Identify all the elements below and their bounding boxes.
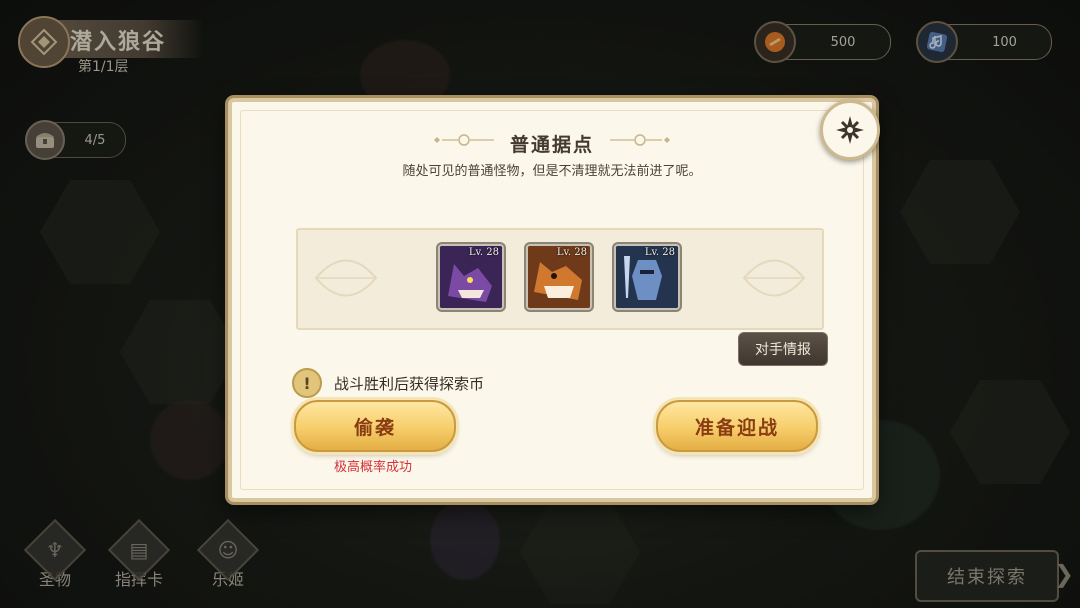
close-button[interactable] — [820, 100, 880, 160]
prepare-battle-button[interactable]: 准备迎战 — [656, 400, 818, 452]
enemy-purple-wolf[interactable]: Lv. 28 — [438, 244, 504, 310]
enemy-armored-knight[interactable]: Lv. 28 — [614, 244, 680, 310]
enemy-orange-wolf[interactable]: Lv. 28 — [526, 244, 592, 310]
opponent-intel-button[interactable]: 对手情报 — [738, 332, 828, 366]
exclamation-icon: ! — [292, 368, 322, 398]
enemy-level: Lv. 28 — [556, 247, 587, 258]
stronghold-dialog: 普通据点 随处可见的普通怪物，但是不清理就无法前进了呢。 Lv. 28 Lv. … — [228, 98, 876, 502]
enemy-level: Lv. 28 — [644, 247, 675, 258]
band-ornament-right-icon — [742, 259, 806, 297]
reward-hint-text: 战斗胜利后获得探索币 — [334, 374, 485, 393]
reward-hint: ! 战斗胜利后获得探索币 — [292, 368, 484, 398]
close-icon — [836, 116, 864, 144]
sneak-attack-button[interactable]: 偷袭 — [294, 400, 456, 452]
dialog-description: 随处可见的普通怪物，但是不清理就无法前进了呢。 — [402, 164, 702, 179]
dialog-title: 普通据点 — [509, 134, 594, 156]
enemy-level: Lv. 28 — [468, 247, 499, 258]
band-ornament-left-icon — [314, 259, 378, 297]
sneak-success-note: 极高概率成功 — [333, 460, 412, 475]
